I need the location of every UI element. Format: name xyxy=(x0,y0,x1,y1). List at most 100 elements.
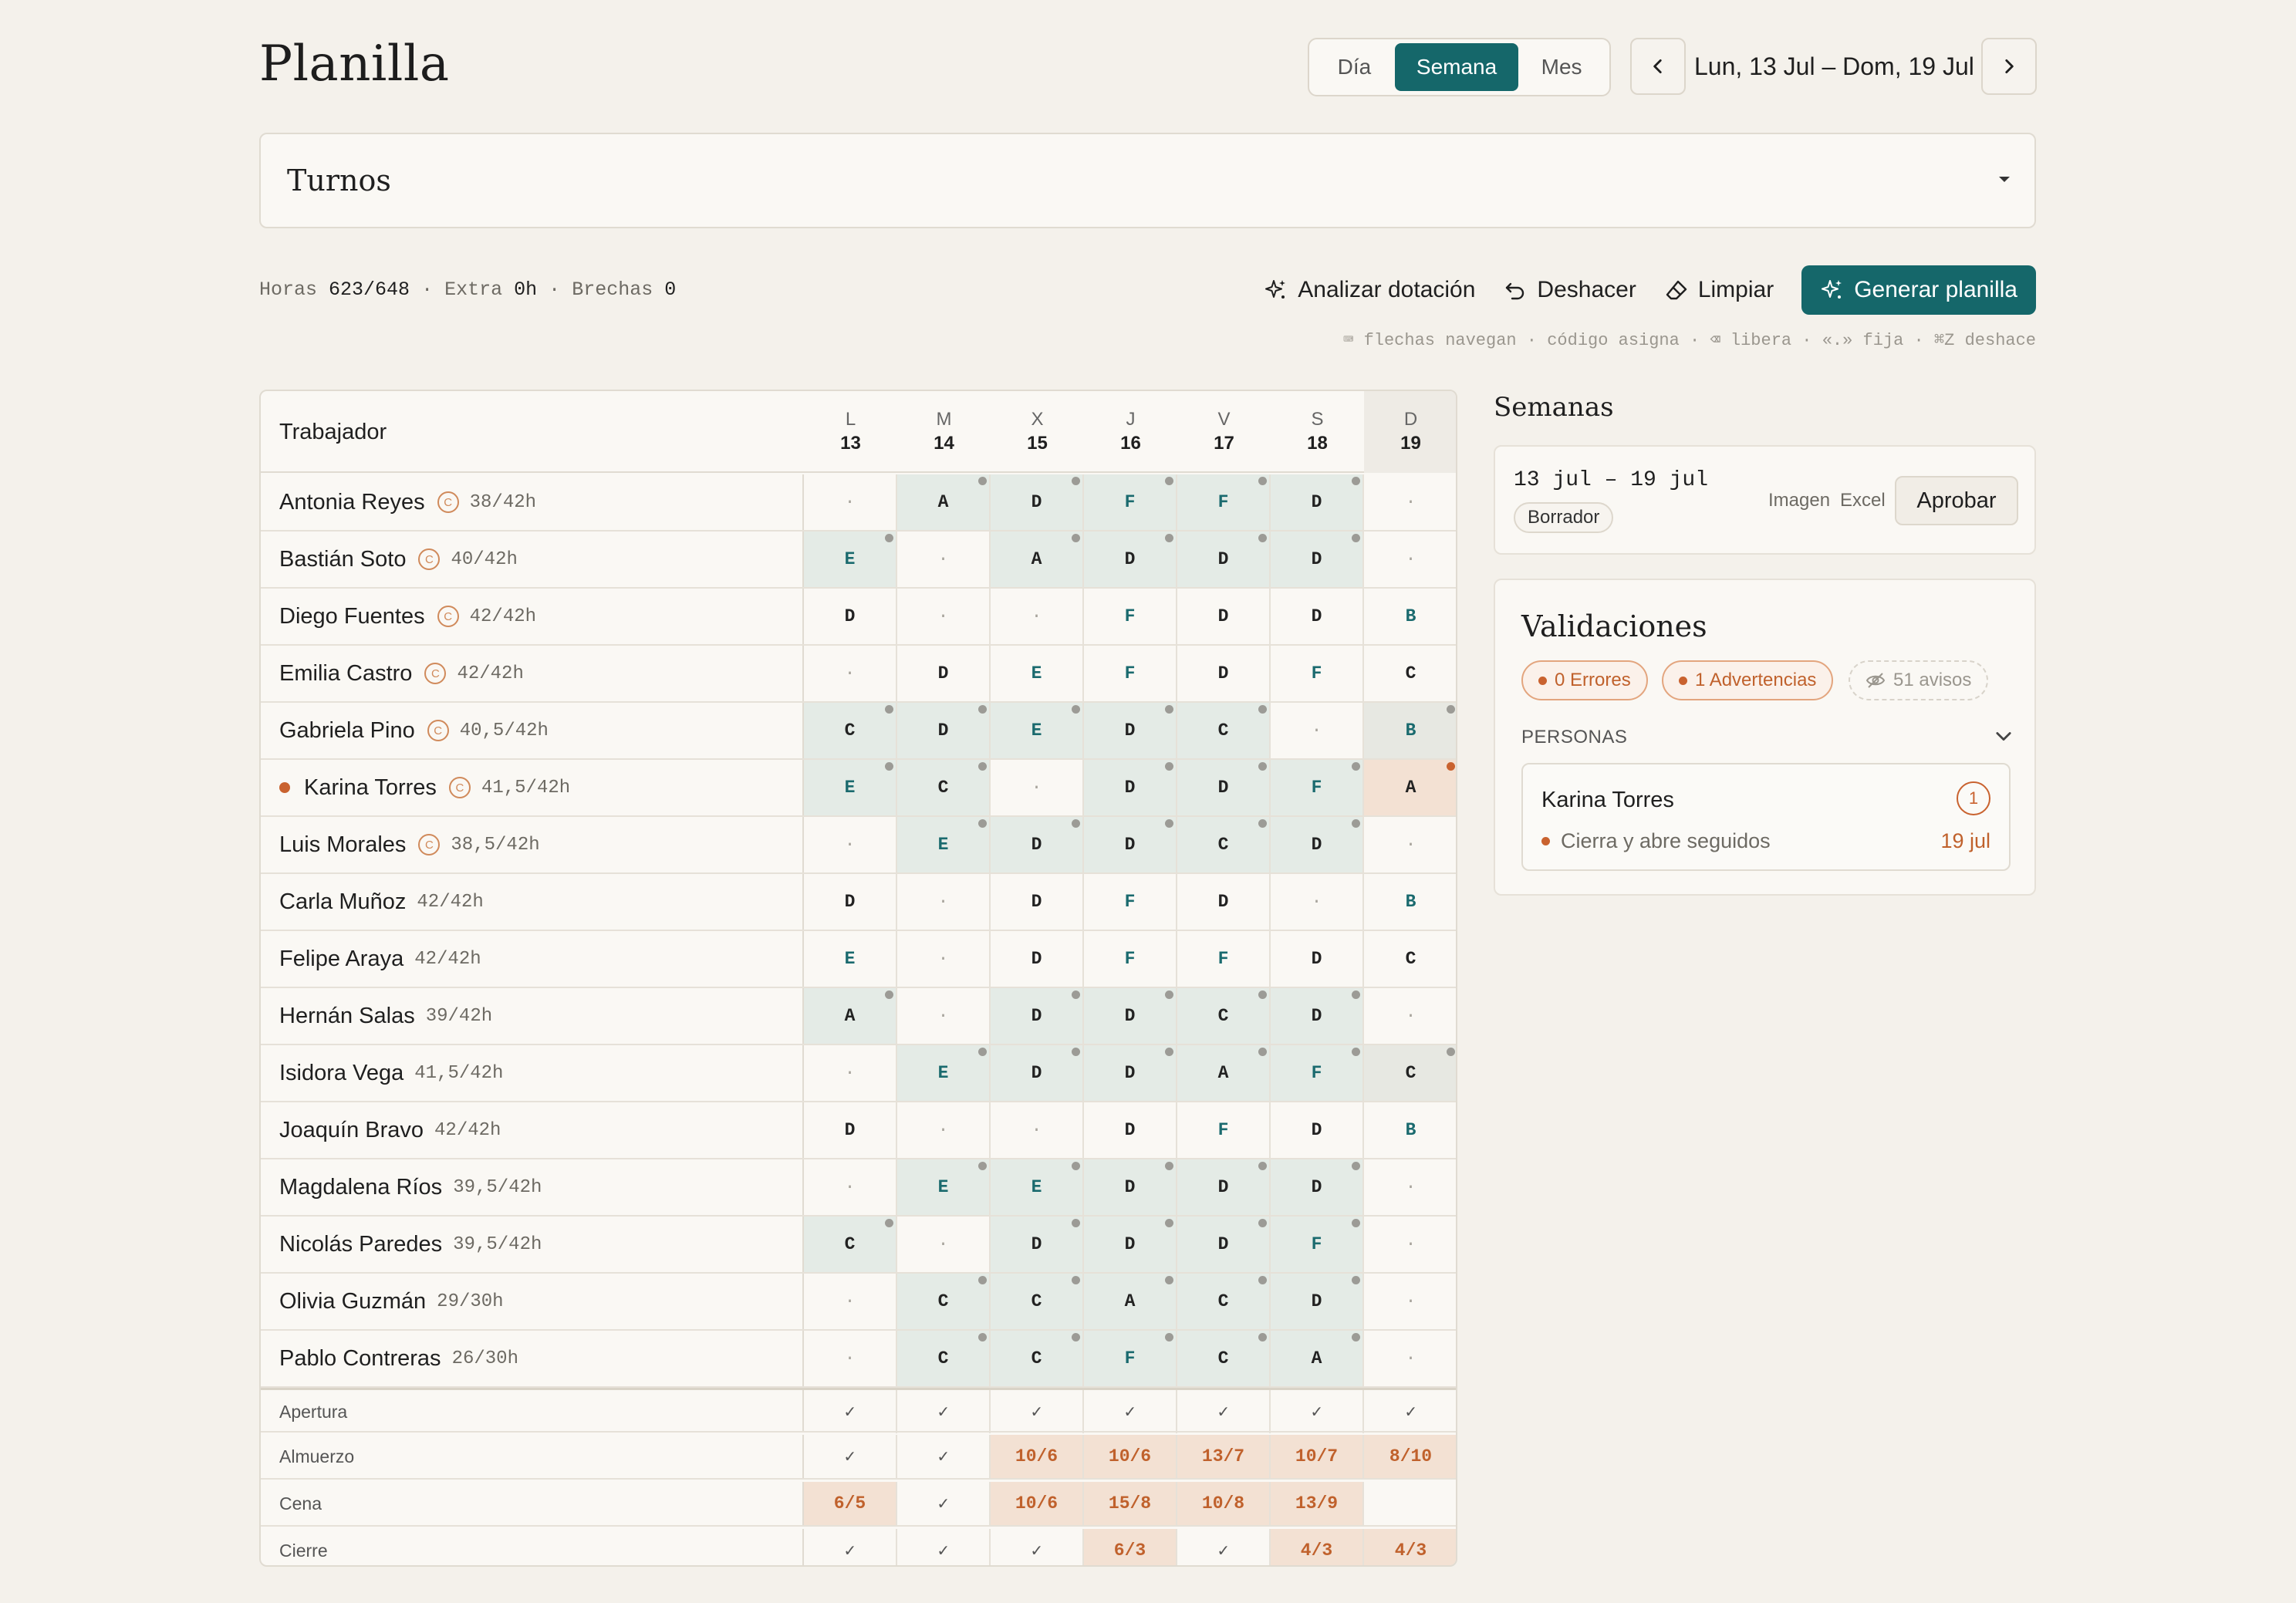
worker-name-cell[interactable]: Joaquín Bravo 42/42h xyxy=(261,1102,804,1158)
generar-planilla-button[interactable]: Generar planilla xyxy=(1801,265,2036,315)
shift-cell[interactable]: D xyxy=(1084,1217,1177,1272)
shift-cell[interactable]: F xyxy=(1084,589,1177,644)
shift-cell[interactable]: · xyxy=(897,931,991,987)
shift-cell[interactable]: D xyxy=(1271,589,1364,644)
shift-cell[interactable]: D xyxy=(1177,646,1271,701)
worker-name-cell[interactable]: Bastián Soto C 40/42h xyxy=(261,532,804,587)
shift-cell[interactable]: D xyxy=(1084,1159,1177,1215)
shift-cell[interactable]: D xyxy=(1177,874,1271,930)
worker-name-cell[interactable]: Emilia Castro C 42/42h xyxy=(261,646,804,701)
worker-name-cell[interactable]: Nicolás Paredes 39,5/42h xyxy=(261,1217,804,1272)
shift-cell[interactable]: F xyxy=(1271,760,1364,815)
shift-cell[interactable]: C xyxy=(1177,817,1271,872)
shift-cell[interactable]: · xyxy=(991,760,1084,815)
shift-cell[interactable]: · xyxy=(897,988,991,1044)
shift-cell[interactable]: A xyxy=(1084,1274,1177,1329)
shift-cell[interactable]: B xyxy=(1364,874,1456,930)
shift-cell[interactable]: D xyxy=(1084,703,1177,758)
shift-cell[interactable]: C xyxy=(897,1331,991,1386)
shift-cell[interactable]: D xyxy=(991,874,1084,930)
worker-name-cell[interactable]: Antonia Reyes C 38/42h xyxy=(261,474,804,530)
worker-name-cell[interactable]: Hernán Salas 39/42h xyxy=(261,988,804,1044)
worker-name-cell[interactable]: Gabriela Pino C 40,5/42h xyxy=(261,703,804,758)
shift-cell[interactable]: · xyxy=(897,589,991,644)
shift-cell[interactable]: B xyxy=(1364,589,1456,644)
shift-cell[interactable]: F xyxy=(1084,931,1177,987)
shift-cell[interactable]: A xyxy=(1364,760,1456,815)
shift-cell[interactable]: F xyxy=(1084,646,1177,701)
export-image-link[interactable]: Imagen xyxy=(1768,490,1830,511)
shift-cell[interactable]: · xyxy=(804,817,897,872)
shift-cell[interactable]: E xyxy=(804,760,897,815)
shift-cell[interactable]: C xyxy=(991,1331,1084,1386)
shift-cell[interactable]: D xyxy=(1084,988,1177,1044)
shift-cell[interactable]: C xyxy=(1364,1045,1456,1101)
next-week-button[interactable] xyxy=(1981,38,2037,95)
notices-filter-pill[interactable]: 51 avisos xyxy=(1849,660,1989,700)
shift-cell[interactable]: · xyxy=(1364,988,1456,1044)
shift-cell[interactable]: D xyxy=(991,1217,1084,1272)
shift-cell[interactable]: D xyxy=(897,703,991,758)
export-excel-link[interactable]: Excel xyxy=(1840,490,1886,511)
shift-cell[interactable]: · xyxy=(897,1102,991,1158)
shift-cell[interactable]: D xyxy=(1084,817,1177,872)
shift-cell[interactable]: D xyxy=(1177,760,1271,815)
shift-cell[interactable]: B xyxy=(1364,703,1456,758)
shift-cell[interactable]: · xyxy=(1364,1159,1456,1215)
shift-cell[interactable]: D xyxy=(1177,532,1271,587)
shift-cell[interactable]: D xyxy=(1084,532,1177,587)
shift-cell[interactable]: D xyxy=(1271,474,1364,530)
shift-cell[interactable]: · xyxy=(991,1102,1084,1158)
shift-cell[interactable]: F xyxy=(1084,474,1177,530)
shift-cell[interactable]: · xyxy=(1364,1274,1456,1329)
shift-cell[interactable]: D xyxy=(1271,1159,1364,1215)
shift-cell[interactable]: C xyxy=(897,760,991,815)
shift-cell[interactable]: D xyxy=(1084,760,1177,815)
shift-cell[interactable]: D xyxy=(1177,1159,1271,1215)
worker-name-cell[interactable]: Magdalena Ríos 39,5/42h xyxy=(261,1159,804,1215)
shift-cell[interactable]: · xyxy=(897,874,991,930)
shift-cell[interactable]: · xyxy=(1364,474,1456,530)
shift-cell[interactable]: D xyxy=(1271,1274,1364,1329)
shift-cell[interactable]: C xyxy=(1177,988,1271,1044)
shift-cell[interactable]: D xyxy=(1271,1102,1364,1158)
analizar-dotacion-button[interactable]: Analizar dotación xyxy=(1250,265,1489,315)
worker-name-cell[interactable]: Diego Fuentes C 42/42h xyxy=(261,589,804,644)
shift-cell[interactable]: · xyxy=(1364,1217,1456,1272)
shift-cell[interactable]: D xyxy=(991,1045,1084,1101)
shift-cell[interactable]: D xyxy=(991,931,1084,987)
shift-cell[interactable]: E xyxy=(897,1159,991,1215)
shift-cell[interactable]: A xyxy=(1271,1331,1364,1386)
shift-cell[interactable]: D xyxy=(1177,589,1271,644)
shift-cell[interactable]: D xyxy=(991,988,1084,1044)
shift-cell[interactable]: D xyxy=(1271,988,1364,1044)
shift-cell[interactable]: C xyxy=(804,703,897,758)
shift-cell[interactable]: · xyxy=(1271,703,1364,758)
shift-cell[interactable]: C xyxy=(1177,703,1271,758)
view-month-button[interactable]: Mes xyxy=(1518,43,1605,91)
chevron-down-icon[interactable] xyxy=(1993,725,2014,747)
shift-cell[interactable]: C xyxy=(1364,931,1456,987)
worker-name-cell[interactable]: Olivia Guzmán 29/30h xyxy=(261,1274,804,1329)
shift-cell[interactable]: · xyxy=(804,646,897,701)
worker-name-cell[interactable]: Luis Morales C 38,5/42h xyxy=(261,817,804,872)
shift-cell[interactable]: · xyxy=(1364,817,1456,872)
shift-cell[interactable]: · xyxy=(897,532,991,587)
shift-cell[interactable]: A xyxy=(897,474,991,530)
shift-cell[interactable]: D xyxy=(1271,931,1364,987)
shift-cell[interactable]: C xyxy=(1364,646,1456,701)
shift-cell[interactable]: D xyxy=(1084,1045,1177,1101)
shift-cell[interactable]: · xyxy=(804,1159,897,1215)
shift-cell[interactable]: · xyxy=(804,474,897,530)
deshacer-button[interactable]: Deshacer xyxy=(1489,265,1649,315)
shift-cell[interactable]: · xyxy=(1364,532,1456,587)
person-issue-card[interactable]: Karina Torres 1 Cierra y abre seguidos 1… xyxy=(1521,763,2011,871)
shift-cell[interactable]: D xyxy=(1271,817,1364,872)
shift-cell[interactable]: A xyxy=(1177,1045,1271,1101)
shift-cell[interactable]: · xyxy=(1364,1331,1456,1386)
shift-cell[interactable]: · xyxy=(897,1217,991,1272)
shift-cell[interactable]: D xyxy=(804,1102,897,1158)
shift-cell[interactable]: C xyxy=(897,1274,991,1329)
shift-cell[interactable]: A xyxy=(991,532,1084,587)
shift-cell[interactable]: F xyxy=(1271,1045,1364,1101)
